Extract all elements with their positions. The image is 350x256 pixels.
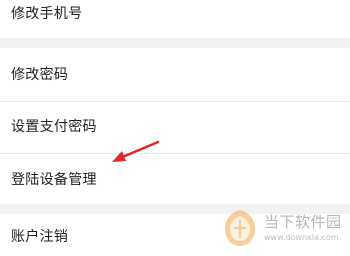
watermark-url: www.downxia.com	[264, 233, 339, 242]
settings-item-payment-password[interactable]: 设置支付密码	[0, 102, 350, 153]
settings-item-device-management[interactable]: 登陆设备管理	[0, 154, 350, 204]
settings-item-label: 登陆设备管理	[11, 172, 97, 188]
watermark-title: 当下软件园	[264, 213, 342, 231]
watermark: 当下软件园 www.downxia.com	[222, 208, 350, 256]
settings-item-label: 修改手机号	[11, 6, 83, 22]
settings-item-label: 设置支付密码	[11, 119, 97, 135]
watermark-logo-icon	[225, 210, 255, 246]
settings-item-label: 修改密码	[11, 67, 69, 83]
settings-item-change-phone[interactable]: 修改手机号	[0, 0, 350, 38]
settings-item-label: 账户注销	[11, 229, 69, 245]
settings-item-change-password[interactable]: 修改密码	[0, 48, 350, 101]
